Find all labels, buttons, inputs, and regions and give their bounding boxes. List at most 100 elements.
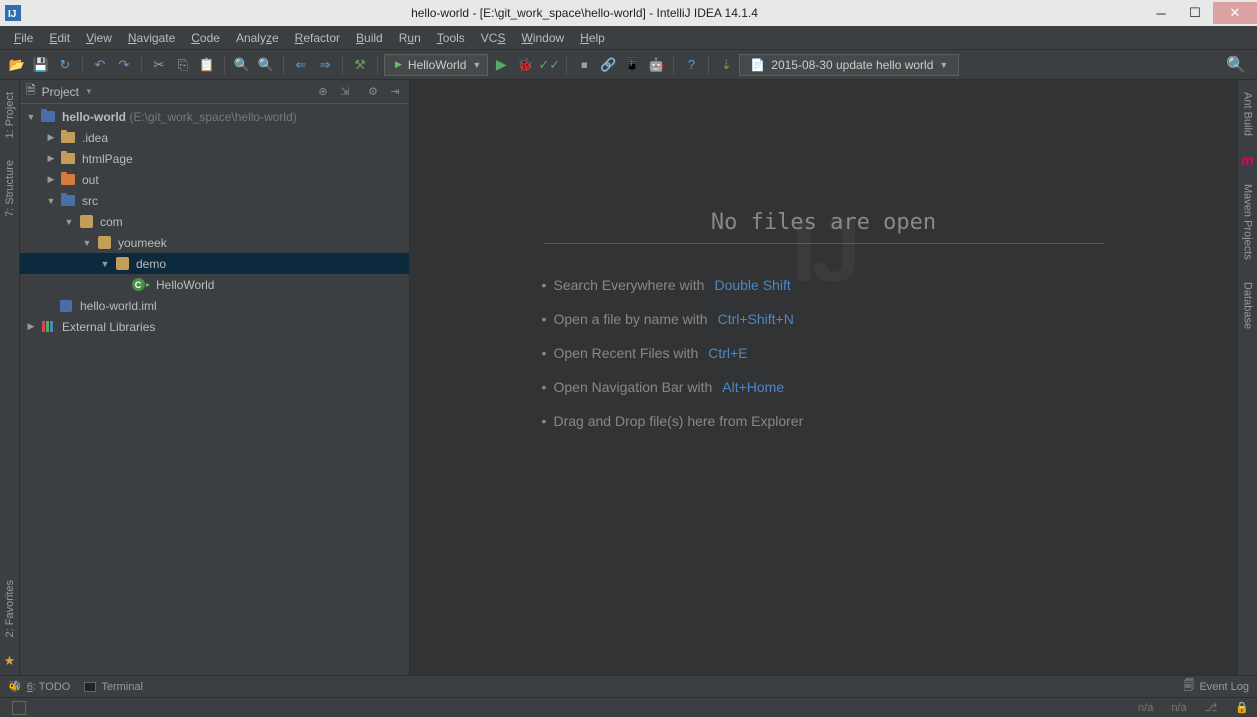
chevron-down-icon: ▼	[939, 60, 948, 70]
menu-analyze[interactable]: Analyze	[228, 28, 287, 48]
forward-icon[interactable]: ⇒	[314, 54, 336, 76]
expand-icon[interactable]: ▶	[44, 153, 58, 164]
search-everywhere-icon[interactable]: 🔍	[1221, 54, 1251, 76]
tree-package-youmeek[interactable]: ▼ youmeek	[20, 232, 409, 253]
tool-tab-ant[interactable]: Ant Build	[1240, 86, 1256, 142]
build-icon[interactable]: ⚒	[349, 54, 371, 76]
project-view-dropdown[interactable]: 🗎 Project ▼	[26, 81, 93, 102]
debug-icon[interactable]: 🐞	[514, 54, 536, 76]
expand-icon[interactable]: ▶	[24, 321, 38, 332]
tool-tab-maven[interactable]: Maven Projects	[1240, 178, 1256, 266]
collapse-all-icon[interactable]: ⇲	[337, 84, 353, 100]
menu-navigate[interactable]: Navigate	[120, 28, 183, 48]
run-config-label: HelloWorld	[408, 58, 466, 72]
menu-edit[interactable]: Edit	[41, 28, 78, 48]
terminal-icon	[84, 682, 96, 692]
tool-tab-todo[interactable]: 🐝 6: TODO	[8, 680, 70, 693]
help-icon[interactable]: ?	[680, 54, 702, 76]
tree-package-demo[interactable]: ▼ demo	[20, 253, 409, 274]
hint-item: Open Recent Files withCtrl+E	[544, 336, 1104, 370]
project-tree[interactable]: ▼ hello-world (E:\git_work_space\hello-w…	[20, 104, 409, 675]
menu-build[interactable]: Build	[348, 28, 391, 48]
coverage-icon[interactable]: ✓✓	[538, 54, 560, 76]
lock-icon[interactable]: 🔒	[1235, 701, 1249, 714]
tree-root[interactable]: ▼ hello-world (E:\git_work_space\hello-w…	[20, 106, 409, 127]
android-icon[interactable]: 🤖	[645, 54, 667, 76]
tree-external-libraries[interactable]: ▶ External Libraries	[20, 316, 409, 337]
collapse-icon[interactable]: ▼	[24, 112, 38, 122]
bottom-tool-stripe: 🐝 6: TODO Terminal 🗐 Event Log	[0, 675, 1257, 697]
status-bar: n/a n/a ⎇ 🔒	[0, 697, 1257, 717]
tree-file-iml[interactable]: hello-world.iml	[20, 295, 409, 316]
find-icon[interactable]: 🔍	[231, 54, 253, 76]
copy-icon[interactable]: ⎘	[172, 54, 194, 76]
menu-window[interactable]: Window	[513, 28, 572, 48]
tool-tab-structure[interactable]: 7: Structure	[2, 154, 18, 223]
vcs-info-label: 2015-08-30 update hello world	[771, 58, 933, 72]
menu-run[interactable]: Run	[391, 28, 429, 48]
menu-tools[interactable]: Tools	[429, 28, 473, 48]
git-branch-icon[interactable]: ⎇	[1205, 701, 1218, 714]
collapse-icon[interactable]: ▼	[80, 238, 94, 248]
tool-windows-toggle[interactable]	[12, 701, 26, 715]
vcs-branch-dropdown[interactable]: 📄 2015-08-30 update hello world ▼	[739, 54, 959, 76]
gear-icon[interactable]: ⚙	[365, 84, 381, 100]
cut-icon[interactable]: ✂	[148, 54, 170, 76]
tree-folder-idea[interactable]: ▶ .idea	[20, 127, 409, 148]
attach-icon[interactable]: 🔗	[597, 54, 619, 76]
sync-icon[interactable]: ↻	[54, 54, 76, 76]
svg-text:IJ: IJ	[8, 9, 16, 20]
expand-icon[interactable]: ▶	[44, 132, 58, 143]
event-log-button[interactable]: 🗐 Event Log	[1183, 677, 1249, 696]
menu-view[interactable]: View	[78, 28, 120, 48]
separator	[224, 56, 225, 74]
collapse-icon[interactable]: ▼	[44, 196, 58, 206]
minimize-button[interactable]: ─	[1145, 2, 1177, 24]
tool-tab-database[interactable]: Database	[1240, 276, 1256, 335]
undo-icon[interactable]: ↶	[89, 54, 111, 76]
scroll-target-icon[interactable]: ⊕	[315, 84, 331, 100]
expand-icon[interactable]: ▶	[44, 174, 58, 185]
close-button[interactable]: ✕	[1213, 2, 1257, 24]
vcs-update-icon[interactable]: ⇣	[715, 54, 737, 76]
back-icon[interactable]: ⇐	[290, 54, 312, 76]
menu-code[interactable]: Code	[183, 28, 228, 48]
project-icon: 🗎	[26, 81, 36, 102]
replace-icon[interactable]: 🔍	[255, 54, 277, 76]
open-icon[interactable]: 📂	[6, 54, 28, 76]
eventlog-icon: 🗐	[1183, 677, 1194, 696]
paste-icon[interactable]: 📋	[196, 54, 218, 76]
save-all-icon[interactable]: 💾	[30, 54, 52, 76]
separator	[141, 56, 142, 74]
run-icon[interactable]: ▶	[490, 54, 512, 76]
stop-icon[interactable]: ⏹	[573, 54, 595, 76]
editor-area[interactable]: IJ No files are open Search Everywhere w…	[410, 80, 1237, 675]
menu-refactor[interactable]: Refactor	[287, 28, 348, 48]
redo-icon[interactable]: ↷	[113, 54, 135, 76]
collapse-icon[interactable]: ▼	[98, 259, 112, 269]
tool-tab-favorites[interactable]: 2: Favorites	[2, 574, 18, 643]
maximize-button[interactable]: ☐	[1179, 2, 1211, 24]
hide-icon[interactable]: ⇥	[387, 84, 403, 100]
tree-package-com[interactable]: ▼ com	[20, 211, 409, 232]
tree-folder-src[interactable]: ▼ src	[20, 190, 409, 211]
collapse-icon[interactable]: ▼	[62, 217, 76, 227]
separator	[82, 56, 83, 74]
maven-icon: m	[1241, 152, 1253, 168]
menu-help[interactable]: Help	[572, 28, 613, 48]
star-icon: ★	[4, 653, 16, 675]
avd-icon[interactable]: 📱	[621, 54, 643, 76]
tool-tab-terminal[interactable]: Terminal	[84, 681, 143, 693]
tree-folder-htmlpage[interactable]: ▶ htmlPage	[20, 148, 409, 169]
hint-item: Search Everywhere withDouble Shift	[544, 268, 1104, 302]
status-na2: n/a	[1171, 702, 1186, 714]
tree-folder-out[interactable]: ▶ out	[20, 169, 409, 190]
app-logo-icon: IJ	[0, 0, 26, 26]
hints-list: Search Everywhere withDouble Shift Open …	[544, 268, 1104, 438]
tool-tab-project[interactable]: 1: Project	[2, 86, 18, 144]
menu-vcs[interactable]: VCS	[473, 28, 514, 48]
separator	[377, 56, 378, 74]
run-config-dropdown[interactable]: ▶ HelloWorld ▼	[384, 54, 488, 76]
menu-file[interactable]: File	[6, 28, 41, 48]
tree-class-helloworld[interactable]: C ▸ HelloWorld	[20, 274, 409, 295]
